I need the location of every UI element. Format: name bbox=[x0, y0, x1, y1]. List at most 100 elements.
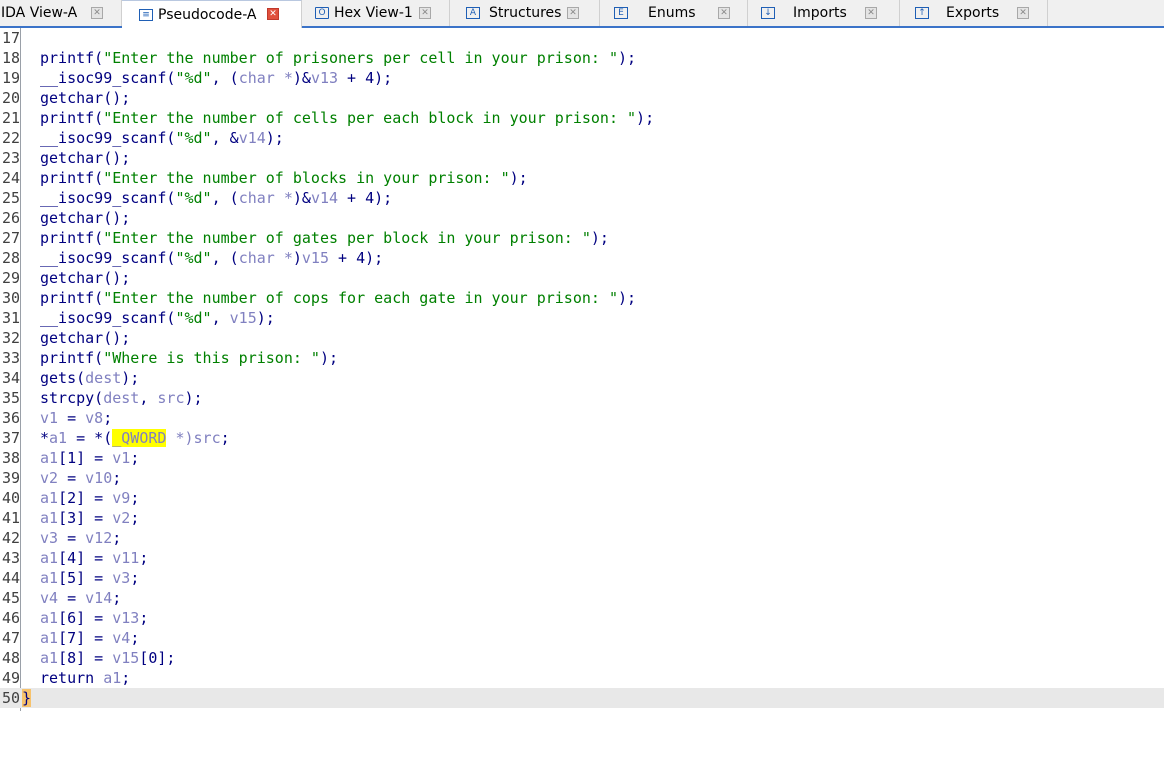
punctuation: = bbox=[58, 529, 86, 547]
pseudocode-editor[interactable]: 17 18 printf("Enter the number of prison… bbox=[0, 28, 1164, 711]
tab-hex-view-1[interactable]: O Hex View-1 ✕ bbox=[302, 0, 450, 26]
code-line[interactable]: 30 printf("Enter the number of cops for … bbox=[0, 288, 1164, 308]
variable[interactable]: v15 bbox=[112, 649, 139, 667]
variable[interactable]: v15 bbox=[230, 309, 257, 327]
code-line[interactable]: 47 a1[7] = v4; bbox=[0, 628, 1164, 648]
punctuation: [6] bbox=[58, 609, 86, 627]
code-line[interactable]: 18 printf("Enter the number of prisoners… bbox=[0, 48, 1164, 68]
variable[interactable]: v8 bbox=[85, 409, 103, 427]
code-line[interactable]: 39 v2 = v10; bbox=[0, 468, 1164, 488]
line-number: 31 bbox=[1, 309, 20, 327]
variable[interactable]: a1 bbox=[40, 629, 58, 647]
string-literal: "Enter the number of prisoners per cell … bbox=[103, 49, 618, 67]
close-icon[interactable]: ✕ bbox=[865, 7, 877, 19]
code-line[interactable]: 21 printf("Enter the number of cells per… bbox=[0, 108, 1164, 128]
code-line[interactable]: 27 printf("Enter the number of gates per… bbox=[0, 228, 1164, 248]
punctuation: ; bbox=[121, 669, 131, 687]
code-line[interactable]: 22 __isoc99_scanf("%d", &v14); bbox=[0, 128, 1164, 148]
code-line[interactable]: 17 bbox=[0, 28, 1164, 48]
variable[interactable]: v1 bbox=[40, 409, 58, 427]
code-line[interactable]: 24 printf("Enter the number of blocks in… bbox=[0, 168, 1164, 188]
close-icon[interactable]: ✕ bbox=[91, 7, 103, 19]
tab-enums[interactable]: E Enums ✕ bbox=[600, 0, 748, 26]
code-line[interactable]: 44 a1[5] = v3; bbox=[0, 568, 1164, 588]
tab-pseudocode-a[interactable]: ≡ Pseudocode-A ✕ bbox=[122, 0, 302, 28]
code-line[interactable]: 23 getchar(); bbox=[0, 148, 1164, 168]
variable[interactable]: a1 bbox=[40, 509, 58, 527]
code-line[interactable]: 48 a1[8] = v15[0]; bbox=[0, 648, 1164, 668]
code-line[interactable]: 42 v3 = v12; bbox=[0, 528, 1164, 548]
code-line[interactable]: 38 a1[1] = v1; bbox=[0, 448, 1164, 468]
current-code-line[interactable]: 50 } bbox=[0, 688, 1164, 708]
close-icon[interactable]: ✕ bbox=[718, 7, 730, 19]
line-number: 27 bbox=[1, 229, 20, 247]
code-line[interactable]: 40 a1[2] = v9; bbox=[0, 488, 1164, 508]
close-icon[interactable]: ✕ bbox=[1017, 7, 1029, 19]
code-line[interactable]: 29 getchar(); bbox=[0, 268, 1164, 288]
close-icon[interactable]: ✕ bbox=[419, 7, 431, 19]
code-line[interactable]: 34 gets(dest); bbox=[0, 368, 1164, 388]
variable[interactable]: v2 bbox=[112, 509, 130, 527]
tab-structures[interactable]: A Structures ✕ bbox=[450, 0, 600, 26]
tab-ida-view-a[interactable]: IDA View-A ✕ bbox=[0, 0, 122, 26]
code-line[interactable]: 28 __isoc99_scanf("%d", (char *)v15 + 4)… bbox=[0, 248, 1164, 268]
code-line[interactable]: 31 __isoc99_scanf("%d", v15); bbox=[0, 308, 1164, 328]
highlighted-type-name[interactable]: _QWORD bbox=[112, 429, 167, 447]
variable[interactable]: v15 bbox=[302, 249, 329, 267]
variable[interactable]: src bbox=[157, 389, 184, 407]
variable[interactable]: v2 bbox=[40, 469, 58, 487]
variable[interactable]: v14 bbox=[239, 129, 266, 147]
code-line[interactable]: 26 getchar(); bbox=[0, 208, 1164, 228]
code-line[interactable]: 45 v4 = v14; bbox=[0, 588, 1164, 608]
variable[interactable]: dest bbox=[85, 369, 121, 387]
function-call: printf( bbox=[40, 229, 104, 247]
tab-imports[interactable]: ↓ Imports ✕ bbox=[748, 0, 900, 26]
code-line[interactable]: 37 *a1 = *(_QWORD *)src; bbox=[0, 428, 1164, 448]
variable[interactable]: v13 bbox=[112, 609, 139, 627]
variable[interactable]: dest bbox=[103, 389, 139, 407]
variable[interactable]: v13 bbox=[311, 69, 338, 87]
variable[interactable]: v10 bbox=[85, 469, 112, 487]
code-line[interactable]: 20 getchar(); bbox=[0, 88, 1164, 108]
variable[interactable]: a1 bbox=[40, 569, 58, 587]
code-line[interactable]: 25 __isoc99_scanf("%d", (char *)&v14 + 4… bbox=[0, 188, 1164, 208]
variable[interactable]: v14 bbox=[85, 589, 112, 607]
variable[interactable]: a1 bbox=[49, 429, 67, 447]
variable[interactable]: v1 bbox=[112, 449, 130, 467]
line-number: 28 bbox=[1, 249, 20, 267]
punctuation: [3] bbox=[58, 509, 86, 527]
variable[interactable]: v9 bbox=[112, 489, 130, 507]
code-line[interactable]: 41 a1[3] = v2; bbox=[0, 508, 1164, 528]
variable[interactable]: v4 bbox=[112, 629, 130, 647]
variable[interactable]: src bbox=[194, 429, 221, 447]
variable[interactable]: v4 bbox=[40, 589, 58, 607]
variable[interactable]: v3 bbox=[40, 529, 58, 547]
code-line[interactable]: 33 printf("Where is this prison: "); bbox=[0, 348, 1164, 368]
variable[interactable]: a1 bbox=[40, 609, 58, 627]
code-line[interactable]: 43 a1[4] = v11; bbox=[0, 548, 1164, 568]
tab-label: Pseudocode-A bbox=[158, 6, 257, 23]
variable[interactable]: v14 bbox=[311, 189, 338, 207]
punctuation: = bbox=[85, 569, 113, 587]
variable[interactable]: v3 bbox=[112, 569, 130, 587]
close-icon[interactable]: ✕ bbox=[267, 8, 279, 20]
punctuation: = bbox=[85, 549, 113, 567]
code-line[interactable]: 46 a1[6] = v13; bbox=[0, 608, 1164, 628]
code-line[interactable]: 35 strcpy(dest, src); bbox=[0, 388, 1164, 408]
variable[interactable]: a1 bbox=[40, 549, 58, 567]
code-line[interactable]: 19 __isoc99_scanf("%d", (char *)&v13 + 4… bbox=[0, 68, 1164, 88]
variable[interactable]: a1 bbox=[103, 669, 121, 687]
variable[interactable]: a1 bbox=[40, 649, 58, 667]
tab-exports[interactable]: ↑ Exports ✕ bbox=[900, 0, 1048, 26]
variable[interactable]: v11 bbox=[112, 549, 139, 567]
code-line[interactable]: 32 getchar(); bbox=[0, 328, 1164, 348]
variable[interactable]: a1 bbox=[40, 489, 58, 507]
variable[interactable]: a1 bbox=[40, 449, 58, 467]
closing-brace-cursor[interactable]: } bbox=[22, 689, 32, 707]
code-line[interactable]: 36 v1 = v8; bbox=[0, 408, 1164, 428]
close-icon[interactable]: ✕ bbox=[567, 7, 579, 19]
tab-bar: IDA View-A ✕ ≡ Pseudocode-A ✕ O Hex View… bbox=[0, 0, 1164, 28]
code-line[interactable]: 49 return a1; bbox=[0, 668, 1164, 688]
punctuation: = bbox=[58, 409, 86, 427]
variable[interactable]: v12 bbox=[85, 529, 112, 547]
